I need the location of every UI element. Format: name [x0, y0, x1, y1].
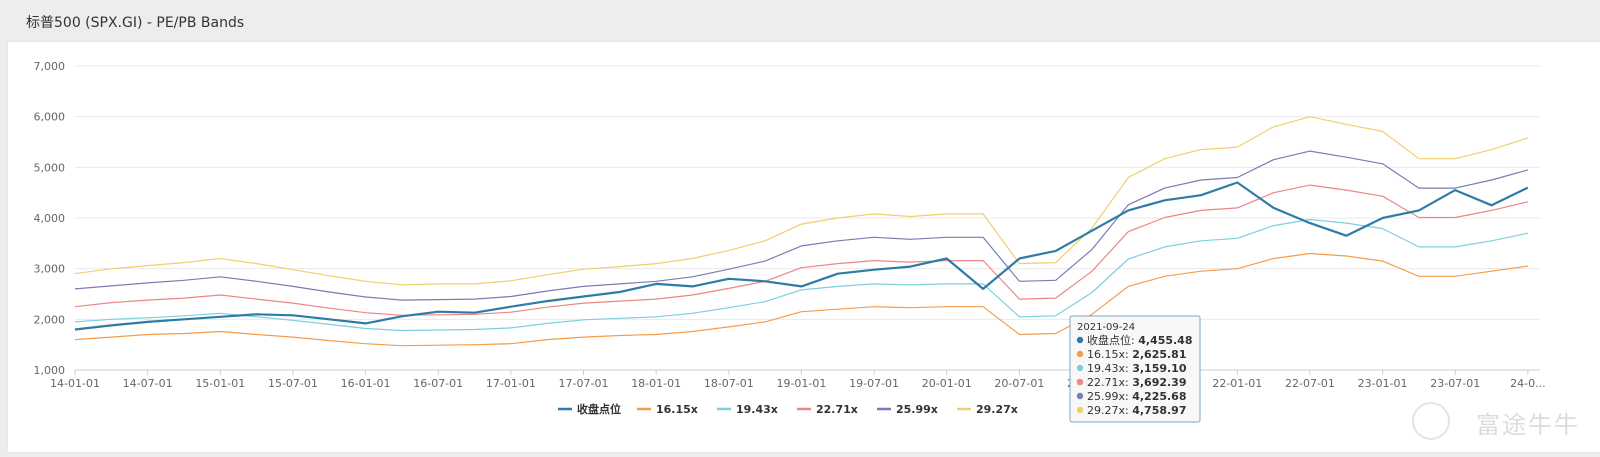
y-axis: 1,000 2,000 3,000 4,000 5,000 6,000 7,000 — [34, 60, 66, 377]
tooltip-row: 19.43x: 3,159.10 — [1087, 362, 1187, 375]
chart-tooltip: 2021-09-24收盘点位: 4,455.4816.15x: 2,625.81… — [1070, 316, 1200, 422]
x-tick-label: 23-01-01 — [1358, 377, 1408, 390]
legend-label: 收盘点位 — [577, 402, 621, 416]
watermark-text: 富途牛牛 — [1476, 405, 1580, 440]
tooltip-dot — [1077, 407, 1083, 413]
x-tick-label: 19-07-01 — [849, 377, 899, 390]
x-tick-label: 19-01-01 — [776, 377, 826, 390]
y-tick-label: 7,000 — [34, 60, 66, 73]
y-tick-label: 6,000 — [34, 111, 66, 124]
x-tick-label: 18-07-01 — [704, 377, 754, 390]
x-tick-label: 17-01-01 — [486, 377, 536, 390]
tooltip-dot — [1077, 365, 1083, 371]
legend-label: 19.43x — [736, 403, 778, 416]
x-tick-label: 17-07-01 — [559, 377, 609, 390]
series-line-29.27x — [75, 117, 1528, 285]
tooltip-row: 29.27x: 4,758.97 — [1087, 404, 1186, 417]
y-tick-label: 4,000 — [34, 212, 66, 225]
series-line-25.99x — [75, 151, 1528, 300]
legend-label: 22.71x — [816, 403, 858, 416]
x-tick-label: 15-07-01 — [268, 377, 318, 390]
x-tick-label: 22-01-01 — [1212, 377, 1262, 390]
tooltip-dot — [1077, 379, 1083, 385]
x-tick-label: 24-0... — [1510, 377, 1545, 390]
y-tick-label: 3,000 — [34, 263, 66, 276]
x-axis: 14-01-01 14-07-01 15-01-01 15-07-01 16-01-01… — [50, 370, 1546, 390]
x-tick-label: 15-01-01 — [195, 377, 245, 390]
x-tick-label: 18-01-01 — [631, 377, 681, 390]
x-tick-label: 16-01-01 — [341, 377, 391, 390]
y-tick-label: 1,000 — [34, 364, 66, 377]
x-tick-label: 20-01-01 — [922, 377, 972, 390]
chart-legend: 收盘点位 16.15x 19.43x 22.71x 25.99x 29.27x — [558, 402, 1018, 416]
x-tick-label: 23-07-01 — [1430, 377, 1480, 390]
window-title: 标普500 (SPX.GI) - PE/PB Bands — [26, 12, 244, 32]
series-line-19.43x — [75, 220, 1528, 331]
tooltip-dot — [1077, 337, 1083, 343]
tooltip-dot — [1077, 393, 1083, 399]
y-tick-label: 5,000 — [34, 161, 66, 174]
legend-label: 29.27x — [976, 403, 1018, 416]
legend-label: 25.99x — [896, 403, 938, 416]
series-line-收盘点位 — [75, 183, 1528, 330]
tooltip-dot — [1077, 351, 1083, 357]
window-header: 标普500 (SPX.GI) - PE/PB Bands — [0, 0, 1600, 42]
x-tick-label: 14-07-01 — [123, 377, 173, 390]
legend-label: 16.15x — [656, 403, 698, 416]
tooltip-date: 2021-09-24 — [1077, 322, 1135, 333]
tooltip-row: 22.71x: 3,692.39 — [1087, 376, 1186, 389]
pe-band-chart[interactable]: 1,000 2,000 3,000 4,000 5,000 6,000 7,000 14-0… — [8, 42, 1600, 452]
x-tick-label: 14-01-01 — [50, 377, 100, 390]
x-tick-label: 20-07-01 — [994, 377, 1044, 390]
grid-lines — [75, 66, 1540, 370]
x-tick-label: 16-07-01 — [413, 377, 463, 390]
tooltip-row: 收盘点位: 4,455.48 — [1087, 333, 1192, 347]
tooltip-row: 16.15x: 2,625.81 — [1087, 348, 1186, 361]
series-line-22.71x — [75, 185, 1528, 315]
chart-card: 1,000 2,000 3,000 4,000 5,000 6,000 7,000 14-0… — [8, 42, 1600, 452]
y-tick-label: 2,000 — [34, 313, 66, 326]
x-tick-label: 22-07-01 — [1285, 377, 1335, 390]
watermark-logo-icon — [1412, 402, 1450, 440]
tooltip-row: 25.99x: 4,225.68 — [1087, 390, 1186, 403]
series-lines — [75, 117, 1528, 346]
